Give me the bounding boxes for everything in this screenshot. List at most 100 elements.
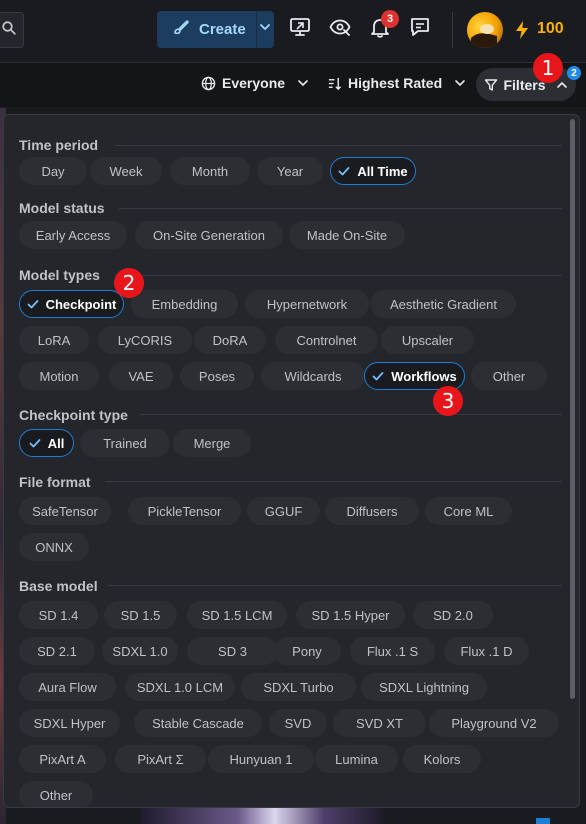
filter-chip-label: LyCORIS <box>117 332 173 348</box>
create-button[interactable]: Create <box>157 11 274 48</box>
filter-chip-all[interactable]: All <box>19 429 74 457</box>
filter-chip-label: Other <box>492 368 526 384</box>
filter-chip-label: Made On-Site <box>306 227 388 243</box>
filter-chip-label: Aura Flow <box>38 679 97 695</box>
filter-chip-wildcards[interactable]: Wildcards <box>261 362 365 390</box>
filter-chip-sd-1-4[interactable]: SD 1.4 <box>19 601 98 629</box>
filter-chip-sd-3[interactable]: SD 3 <box>187 637 278 665</box>
filter-chip-kolors[interactable]: Kolors <box>403 745 481 773</box>
filter-chip-playground-v2[interactable]: Playground V2 <box>429 709 559 737</box>
filter-chip-flux-1-d[interactable]: Flux .1 D <box>444 637 529 665</box>
model-status-title: Model status <box>19 200 105 216</box>
filter-chip-label: Workflows <box>391 368 457 384</box>
filter-chip-other[interactable]: Other <box>471 362 547 390</box>
chat-button[interactable] <box>407 16 433 42</box>
check-icon <box>29 437 41 449</box>
filter-chip-day[interactable]: Day <box>19 157 87 185</box>
filter-chip-trained[interactable]: Trained <box>80 429 170 457</box>
filter-chip-sdxl-1-0[interactable]: SDXL 1.0 <box>102 637 178 665</box>
filter-chip-aesthetic-gradient[interactable]: Aesthetic Gradient <box>371 290 516 318</box>
filter-chip-stable-cascade[interactable]: Stable Cascade <box>134 709 262 737</box>
filter-chip-label: Month <box>191 163 229 179</box>
filter-chip-label: Kolors <box>423 751 461 767</box>
filter-chip-vae[interactable]: VAE <box>109 362 173 390</box>
filter-chip-sd-1-5-hyper[interactable]: SD 1.5 Hyper <box>296 601 405 629</box>
filter-chip-pixart-σ[interactable]: PixArt Σ <box>115 745 206 773</box>
filter-chip-motion[interactable]: Motion <box>19 362 99 390</box>
filter-chip-label: Other <box>39 787 73 803</box>
sort-icon <box>327 76 342 91</box>
section-divider <box>115 145 562 146</box>
filter-chip-label: SD 2.1 <box>37 643 77 659</box>
create-menu-toggle[interactable] <box>256 20 274 39</box>
filter-chip-label: Flux .1 D <box>460 643 513 659</box>
filter-chip-sdxl-1-0-lcm[interactable]: SDXL 1.0 LCM <box>125 673 235 701</box>
filter-chip-sdxl-hyper[interactable]: SDXL Hyper <box>19 709 120 737</box>
filter-chip-safetensor[interactable]: SafeTensor <box>19 497 111 525</box>
filter-chip-sd-2-0[interactable]: SD 2.0 <box>413 601 493 629</box>
filter-chip-svd-xt[interactable]: SVD XT <box>333 709 426 737</box>
filter-chip-hunyuan-1[interactable]: Hunyuan 1 <box>208 745 314 773</box>
filter-chip-label: PixArt A <box>39 751 86 767</box>
filter-chip-lora[interactable]: LoRA <box>19 326 89 354</box>
filter-chip-week[interactable]: Week <box>90 157 162 185</box>
filter-chip-controlnet[interactable]: Controlnet <box>275 326 378 354</box>
filter-chip-label: Trained <box>103 435 147 451</box>
section-divider <box>140 414 562 415</box>
filter-chip-embedding[interactable]: Embedding <box>131 290 238 318</box>
filter-chip-label: Week <box>109 163 143 179</box>
filter-chip-made-on-site[interactable]: Made On-Site <box>289 221 405 249</box>
sort-dropdown[interactable]: Highest Rated <box>327 75 466 91</box>
panel-scrollbar[interactable] <box>570 119 575 699</box>
section-divider <box>108 585 562 586</box>
filter-chip-pony[interactable]: Pony <box>273 637 341 665</box>
filter-chip-sd-1-5[interactable]: SD 1.5 <box>104 601 177 629</box>
filter-chip-sd-2-1[interactable]: SD 2.1 <box>19 637 95 665</box>
chevron-up-icon <box>556 79 568 91</box>
filter-chip-gguf[interactable]: GGUF <box>247 497 320 525</box>
filter-chip-checkpoint[interactable]: Checkpoint <box>19 290 124 318</box>
filter-chip-svd[interactable]: SVD <box>269 709 327 737</box>
filter-chip-pickletensor[interactable]: PickleTensor <box>128 497 241 525</box>
filter-chip-hypernetwork[interactable]: Hypernetwork <box>245 290 369 318</box>
filter-chip-label: SDXL Hyper <box>33 715 106 731</box>
upload-button[interactable] <box>287 16 313 42</box>
filter-chip-all-time[interactable]: All Time <box>330 157 416 185</box>
filter-chip-label: SVD XT <box>356 715 403 731</box>
filter-chip-early-access[interactable]: Early Access <box>19 221 127 249</box>
filter-chip-poses[interactable]: Poses <box>180 362 254 390</box>
audience-dropdown[interactable]: Everyone <box>201 75 309 91</box>
buzz-balance[interactable]: 100 <box>537 20 564 38</box>
filter-chip-month[interactable]: Month <box>170 157 250 185</box>
filter-chip-label: SD 1.4 <box>38 607 79 623</box>
filter-chip-core-ml[interactable]: Core ML <box>425 497 512 525</box>
filter-chip-pixart-a[interactable]: PixArt A <box>19 745 106 773</box>
filter-chip-lycoris[interactable]: LyCORIS <box>98 326 192 354</box>
filter-chip-upscaler[interactable]: Upscaler <box>381 326 474 354</box>
filter-chip-on-site-generation[interactable]: On-Site Generation <box>135 221 283 249</box>
avatar[interactable] <box>467 12 503 48</box>
filter-chip-sdxl-lightning[interactable]: SDXL Lightning <box>361 673 487 701</box>
filter-chip-year[interactable]: Year <box>257 157 323 185</box>
filter-chip-sdxl-turbo[interactable]: SDXL Turbo <box>241 673 356 701</box>
filter-chip-aura-flow[interactable]: Aura Flow <box>19 673 116 701</box>
annotation-marker-1: 1 <box>533 53 563 83</box>
filter-chip-label: Pony <box>292 643 322 659</box>
filter-chip-sd-1-5-lcm[interactable]: SD 1.5 LCM <box>187 601 287 629</box>
filter-chip-onnx[interactable]: ONNX <box>19 533 89 561</box>
browsing-level-button[interactable] <box>327 16 353 42</box>
filter-chip-dora[interactable]: DoRA <box>194 326 266 354</box>
filter-chip-label: Early Access <box>35 227 111 243</box>
filter-chip-flux-1-s[interactable]: Flux .1 S <box>350 637 435 665</box>
eye-off-icon <box>328 15 352 44</box>
check-icon <box>372 370 384 382</box>
filter-chip-label: Playground V2 <box>451 715 537 731</box>
filter-chip-merge[interactable]: Merge <box>173 429 251 457</box>
filter-chip-lumina[interactable]: Lumina <box>315 745 398 773</box>
filter-chip-label: SD 1.5 Hyper <box>311 607 390 623</box>
filter-chip-label: Core ML <box>443 503 494 519</box>
filter-chip-other[interactable]: Other <box>19 781 93 807</box>
search-button[interactable] <box>0 12 24 48</box>
filter-chip-diffusers[interactable]: Diffusers <box>325 497 419 525</box>
filter-chip-label: SD 3 <box>218 643 247 659</box>
